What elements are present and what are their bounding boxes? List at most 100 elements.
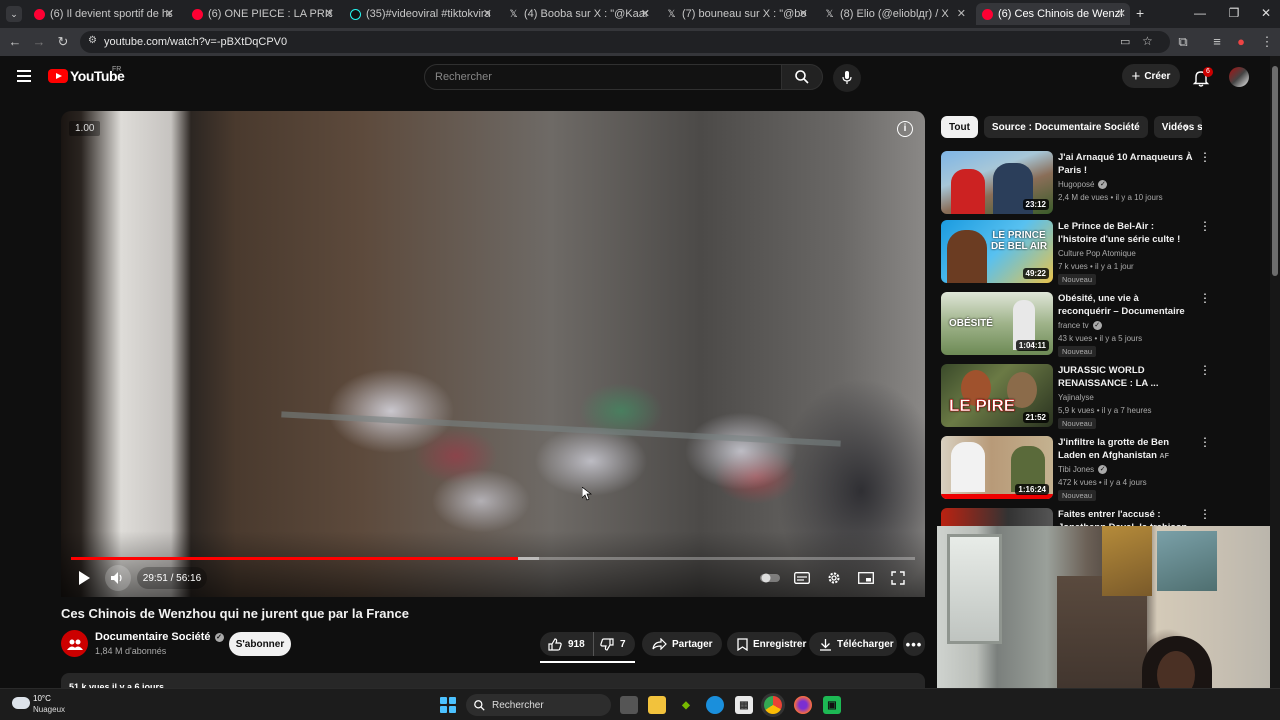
play-button[interactable] xyxy=(73,567,95,589)
back-icon[interactable]: ← xyxy=(6,34,24,49)
recommendation-item[interactable]: 23:12 J'ai Arnaqué 10 Arnaqueurs À Paris… xyxy=(941,151,1261,217)
task-view-icon[interactable] xyxy=(620,696,638,714)
recommendation-title[interactable]: Le Prince de Bel-Air : l'histoire d'une … xyxy=(1058,220,1194,246)
window-close-icon[interactable]: ✕ xyxy=(1258,6,1274,20)
create-button[interactable]: + Créer xyxy=(1122,64,1180,88)
hamburger-menu-icon[interactable] xyxy=(17,70,31,82)
recommendation-item[interactable]: LE PRINCE DE BEL AIR 49:22 Le Prince de … xyxy=(941,220,1261,286)
chrome-icon[interactable] xyxy=(764,696,782,714)
restore-icon[interactable]: ❐ xyxy=(1226,6,1242,20)
taskbar-search[interactable]: Rechercher xyxy=(466,694,611,716)
recommendation-channel[interactable]: Tibi Jones ✓ xyxy=(1058,465,1108,474)
profile-icon[interactable]: ● xyxy=(1232,34,1250,49)
edge-icon[interactable] xyxy=(706,696,724,714)
download-button[interactable]: Télécharger xyxy=(809,632,897,656)
recommendation-item[interactable]: OBÉSITÉ 1:04:11 Obésité, une vie à recon… xyxy=(941,292,1261,358)
recommendation-title[interactable]: J'infiltre la grotte de Ben Laden en Afg… xyxy=(1058,436,1194,462)
windows-start-icon[interactable] xyxy=(440,697,456,713)
page-scrollbar[interactable] xyxy=(1270,56,1280,688)
microsoft-store-icon[interactable]: ▦ xyxy=(735,696,753,714)
reload-icon[interactable]: ↻ xyxy=(54,34,72,50)
video-thumbnail[interactable]: 23:12 xyxy=(941,151,1053,214)
save-button[interactable]: Enregistrer xyxy=(727,632,806,656)
video-thumbnail[interactable]: 1:16:24 xyxy=(941,436,1053,499)
more-vertical-icon[interactable]: ⋮ xyxy=(1199,151,1211,163)
video-thumbnail[interactable]: LE PRINCE DE BEL AIR 49:22 xyxy=(941,220,1053,283)
volume-button[interactable] xyxy=(105,565,131,591)
recommendation-channel[interactable]: Yajinalyse xyxy=(1058,393,1094,402)
search-button[interactable] xyxy=(781,64,823,90)
close-icon[interactable]: ✕ xyxy=(165,7,174,20)
channel-name[interactable]: Documentaire Société ✓ xyxy=(95,631,224,643)
minimize-icon[interactable]: — xyxy=(1192,6,1208,20)
like-button[interactable]: 918 xyxy=(540,632,594,656)
file-explorer-icon[interactable] xyxy=(648,696,666,714)
extensions-icon[interactable]: ⧉ xyxy=(1174,34,1192,50)
dislike-button[interactable]: 7 xyxy=(594,632,635,656)
recommendation-title[interactable]: J'ai Arnaqué 10 Arnaqueurs À Paris ! xyxy=(1058,151,1194,177)
recommendation-title[interactable]: Faites entrer l'accusé : Jonathann Daval… xyxy=(1058,508,1194,526)
cast-icon[interactable]: ▭ xyxy=(1120,35,1130,48)
firefox-icon[interactable] xyxy=(794,696,812,714)
video-thumbnail[interactable] xyxy=(941,508,1053,526)
more-vertical-icon[interactable]: ⋮ xyxy=(1199,292,1211,304)
subtitles-button[interactable] xyxy=(791,567,813,589)
recommendation-item[interactable]: LE PIRE 21:52 JURASSIC WORLD RENAISSANCE… xyxy=(941,364,1261,430)
more-vertical-icon[interactable]: ⋮ xyxy=(1199,364,1211,376)
video-player[interactable]: 1.00 i 29:51 / 56:16 xyxy=(61,111,925,597)
more-vertical-icon[interactable]: ⋮ xyxy=(1199,436,1211,448)
chevron-right-icon[interactable]: › xyxy=(1184,119,1189,135)
address-bar[interactable]: ⚙ youtube.com/watch?v=-pBXtDqCPV0 ▭ ☆ xyxy=(80,31,1170,53)
close-icon[interactable]: ✕ xyxy=(483,7,492,20)
scrollbar-thumb[interactable] xyxy=(1272,66,1278,276)
close-icon[interactable]: ✕ xyxy=(325,7,334,20)
video-thumbnail[interactable]: OBÉSITÉ 1:04:11 xyxy=(941,292,1053,355)
more-actions-button[interactable]: ••• xyxy=(903,632,925,656)
bookmark-star-icon[interactable]: ☆ xyxy=(1142,34,1153,48)
recommendation-title[interactable]: Obésité, une vie à reconquérir – Documen… xyxy=(1058,292,1194,318)
browser-tab-active[interactable]: (6) Ces Chinois de Wenzhou qui ne ✕ xyxy=(976,3,1130,25)
settings-button[interactable] xyxy=(823,567,845,589)
browser-tab[interactable]: (6) Il devient sportif de haut niveau ✕ xyxy=(28,3,178,25)
browser-tab[interactable]: 𝕏 (4) Booba sur X : "@KaarisOfficiel ✕ xyxy=(502,3,654,25)
chip-source[interactable]: Source : Documentaire Société xyxy=(983,116,1148,138)
browser-tab[interactable]: 𝕏 (7) bouneau sur X : "@booba Mdr ✕ xyxy=(660,3,812,25)
close-icon[interactable]: ✕ xyxy=(957,7,966,20)
more-vertical-icon[interactable]: ⋮ xyxy=(1199,508,1211,520)
progress-bar[interactable] xyxy=(71,557,915,560)
tab-search-icon[interactable]: ⌄ xyxy=(6,6,22,22)
browser-menu-icon[interactable]: ⋮ xyxy=(1258,34,1276,50)
recommendation-item[interactable]: Faites entrer l'accusé : Jonathann Daval… xyxy=(941,508,1261,526)
cloud-icon[interactable] xyxy=(12,697,30,709)
fullscreen-button[interactable] xyxy=(887,567,909,589)
browser-tab[interactable]: (6) ONE PIECE : LA PRISON D'ENIES ✕ xyxy=(186,3,338,25)
app-icon[interactable]: ▣ xyxy=(823,696,841,714)
share-button[interactable]: Partager xyxy=(642,632,722,656)
recommendation-channel[interactable]: Culture Pop Atomique xyxy=(1058,249,1136,258)
user-avatar[interactable] xyxy=(1229,67,1249,87)
more-vertical-icon[interactable]: ⋮ xyxy=(1199,220,1211,232)
browser-tab[interactable]: (35)#videoviral #tiktokviral #hair ✕ xyxy=(344,3,496,25)
voice-search-button[interactable] xyxy=(833,64,861,92)
recommendation-item[interactable]: 1:16:24 J'infiltre la grotte de Ben Lade… xyxy=(941,436,1261,502)
recommendation-title[interactable]: JURASSIC WORLD RENAISSANCE : LA ... xyxy=(1058,364,1194,390)
chip-all[interactable]: Tout xyxy=(941,116,978,138)
close-icon[interactable]: ✕ xyxy=(799,7,808,20)
chip-videos[interactable]: Vidéos s xyxy=(1153,116,1202,138)
recommendation-channel[interactable]: france tv ✓ xyxy=(1058,321,1102,330)
channel-avatar[interactable] xyxy=(61,630,88,657)
nvidia-icon[interactable]: ◆ xyxy=(677,696,695,714)
reading-list-icon[interactable]: ≡ xyxy=(1208,34,1226,49)
autoplay-toggle[interactable] xyxy=(759,567,781,589)
info-icon[interactable]: i xyxy=(897,121,913,137)
close-icon[interactable]: ✕ xyxy=(1117,7,1126,20)
miniplayer-button[interactable] xyxy=(855,567,877,589)
subscribe-button[interactable]: S'abonner xyxy=(229,632,291,656)
video-thumbnail[interactable]: LE PIRE 21:52 xyxy=(941,364,1053,427)
site-info-icon[interactable]: ⚙ xyxy=(88,35,97,46)
new-tab-icon[interactable]: + xyxy=(1136,5,1144,21)
recommendation-channel[interactable]: Hugoposé ✓ xyxy=(1058,180,1108,189)
browser-tab[interactable]: 𝕏 (8) Elio (@elioblдr) / X ✕ xyxy=(818,3,970,25)
close-icon[interactable]: ✕ xyxy=(641,7,650,20)
forward-icon[interactable]: → xyxy=(30,34,48,49)
